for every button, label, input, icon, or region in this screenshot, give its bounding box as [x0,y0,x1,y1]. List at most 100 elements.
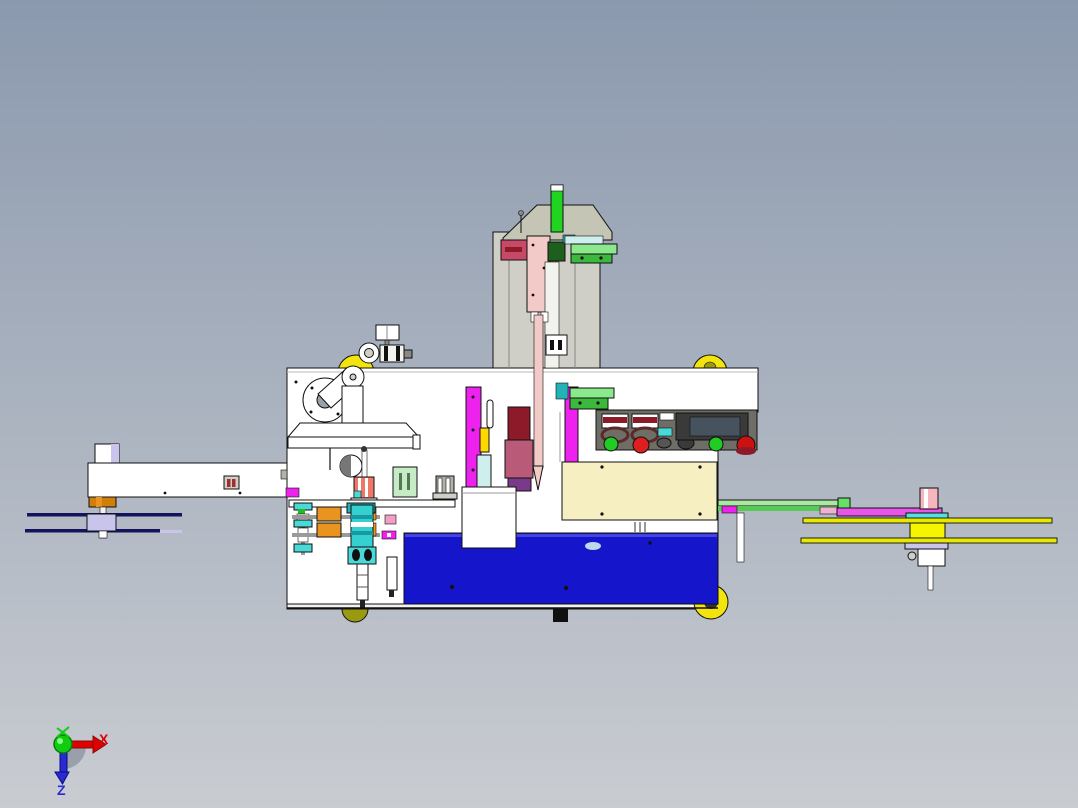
left-reel-ring-hl [96,497,102,507]
table-bar-cap [412,434,421,450]
orange-clamp-block[interactable] [316,522,342,538]
pink-guide-rail [533,314,544,469]
control-panel[interactable] [595,409,758,455]
screw-dot [600,465,604,469]
stack-flange [293,543,313,553]
blue-guard[interactable] [403,532,719,605]
left-reel-disc-edge [160,530,182,533]
clamp-body [379,344,405,363]
linear-rail-mid-lower[interactable] [569,397,609,410]
green-slot-plate[interactable] [392,466,418,498]
blue-guard-panel[interactable] [403,532,719,605]
bolt-dot [648,541,652,545]
top-clamp-assembly[interactable] [358,324,413,364]
teal-fitting [555,382,569,400]
mauve-block[interactable] [504,439,534,479]
screw-dot [531,243,535,247]
stack-flange [293,519,313,528]
bolt-dot [336,412,340,416]
model-canvas[interactable]: X Z [0,0,1078,808]
vent-slot [550,340,554,350]
crank-pulley-bore [349,373,357,381]
axis-triad[interactable]: X Z [53,726,109,798]
red-pushbutton[interactable] [632,436,650,454]
crimson-block-slot [505,247,522,252]
green-pushbutton-2[interactable] [708,436,724,452]
cyan-strip [564,235,604,245]
magenta-tab [721,505,738,514]
bottom-parts[interactable] [287,607,718,623]
needle-tip [389,590,394,597]
screw-dot [294,380,298,384]
rewinder-bracket [917,548,946,567]
screw-dot [471,468,475,472]
bottom-left-wheel[interactable] [341,608,369,623]
side-tab-magenta [285,487,300,498]
estop-base [736,447,756,455]
cyan-pale-plate [476,454,492,491]
needle-cylinder[interactable] [356,563,369,601]
gray-knob[interactable] [656,437,672,449]
left-reel-hub-foot [98,530,108,539]
right-rewinder-assembly[interactable] [717,487,1058,591]
black-foot [553,609,568,622]
label-head-tower[interactable] [492,184,618,369]
pale-oval [585,542,601,550]
cyan-switch[interactable] [657,427,673,437]
table-top[interactable] [286,422,421,438]
cad-viewport[interactable]: X Z [0,0,1078,808]
meter-2-bar [633,417,657,423]
left-unwinder-assembly[interactable] [25,443,296,539]
x-axis-label: X [99,731,109,747]
linear-rail-lower[interactable] [570,253,613,264]
fitting-stripe [387,533,391,537]
stack-flange [293,502,313,511]
left-arm[interactable] [87,462,296,498]
rewinder-top-cylinder[interactable] [919,487,939,510]
needle-cylinder-2[interactable] [386,556,398,591]
front-junction-box[interactable] [461,486,517,549]
right-reel-hub[interactable] [909,522,946,539]
head-port [364,549,372,561]
screw-dot [599,256,603,260]
indicator-lamp [659,412,675,421]
vent-slot [558,340,562,350]
bolt-dot [563,585,569,591]
blue-guard-highlight [405,534,717,537]
knurled-knob-center [364,348,374,358]
right-reel-disc-top[interactable] [802,517,1053,524]
screw-dot [238,491,242,495]
vent-bar [232,479,236,487]
needle-tip [360,600,365,608]
linear-rail-upper[interactable] [570,243,618,255]
screw-dot [578,401,582,405]
green-gripper-block[interactable] [547,241,566,262]
screw-dot [698,512,702,516]
pink-fitting [384,514,397,525]
pale-yellow-plate[interactable] [561,461,718,521]
plate-slot [407,473,410,490]
lcd-screen[interactable] [689,416,741,437]
orange-clamp-block[interactable] [316,506,342,522]
sensor-pin-head [518,210,524,216]
outfeed-plate-top[interactable] [717,499,850,507]
rewinder-shaft [927,565,934,591]
left-reel-ring[interactable] [88,496,117,508]
green-pushbutton[interactable] [603,436,619,452]
bolt-dot [309,410,313,414]
left-reel-hub[interactable] [86,513,117,532]
support-post [736,512,745,563]
linear-rail-mid-upper[interactable] [569,387,615,399]
spindle-band [351,531,373,535]
cylinder-highlight [924,489,928,508]
spindle-band [351,515,373,519]
clamp-tip [403,349,413,359]
table-bar [287,436,420,449]
screw-dot [596,401,600,405]
vertical-green-slide[interactable] [550,184,564,233]
dark-red-block[interactable] [507,406,531,441]
origin-ball[interactable] [53,734,73,754]
screw-dot [471,428,475,432]
pink-tab [819,506,839,515]
right-reel-disc-bottom[interactable] [800,537,1058,544]
